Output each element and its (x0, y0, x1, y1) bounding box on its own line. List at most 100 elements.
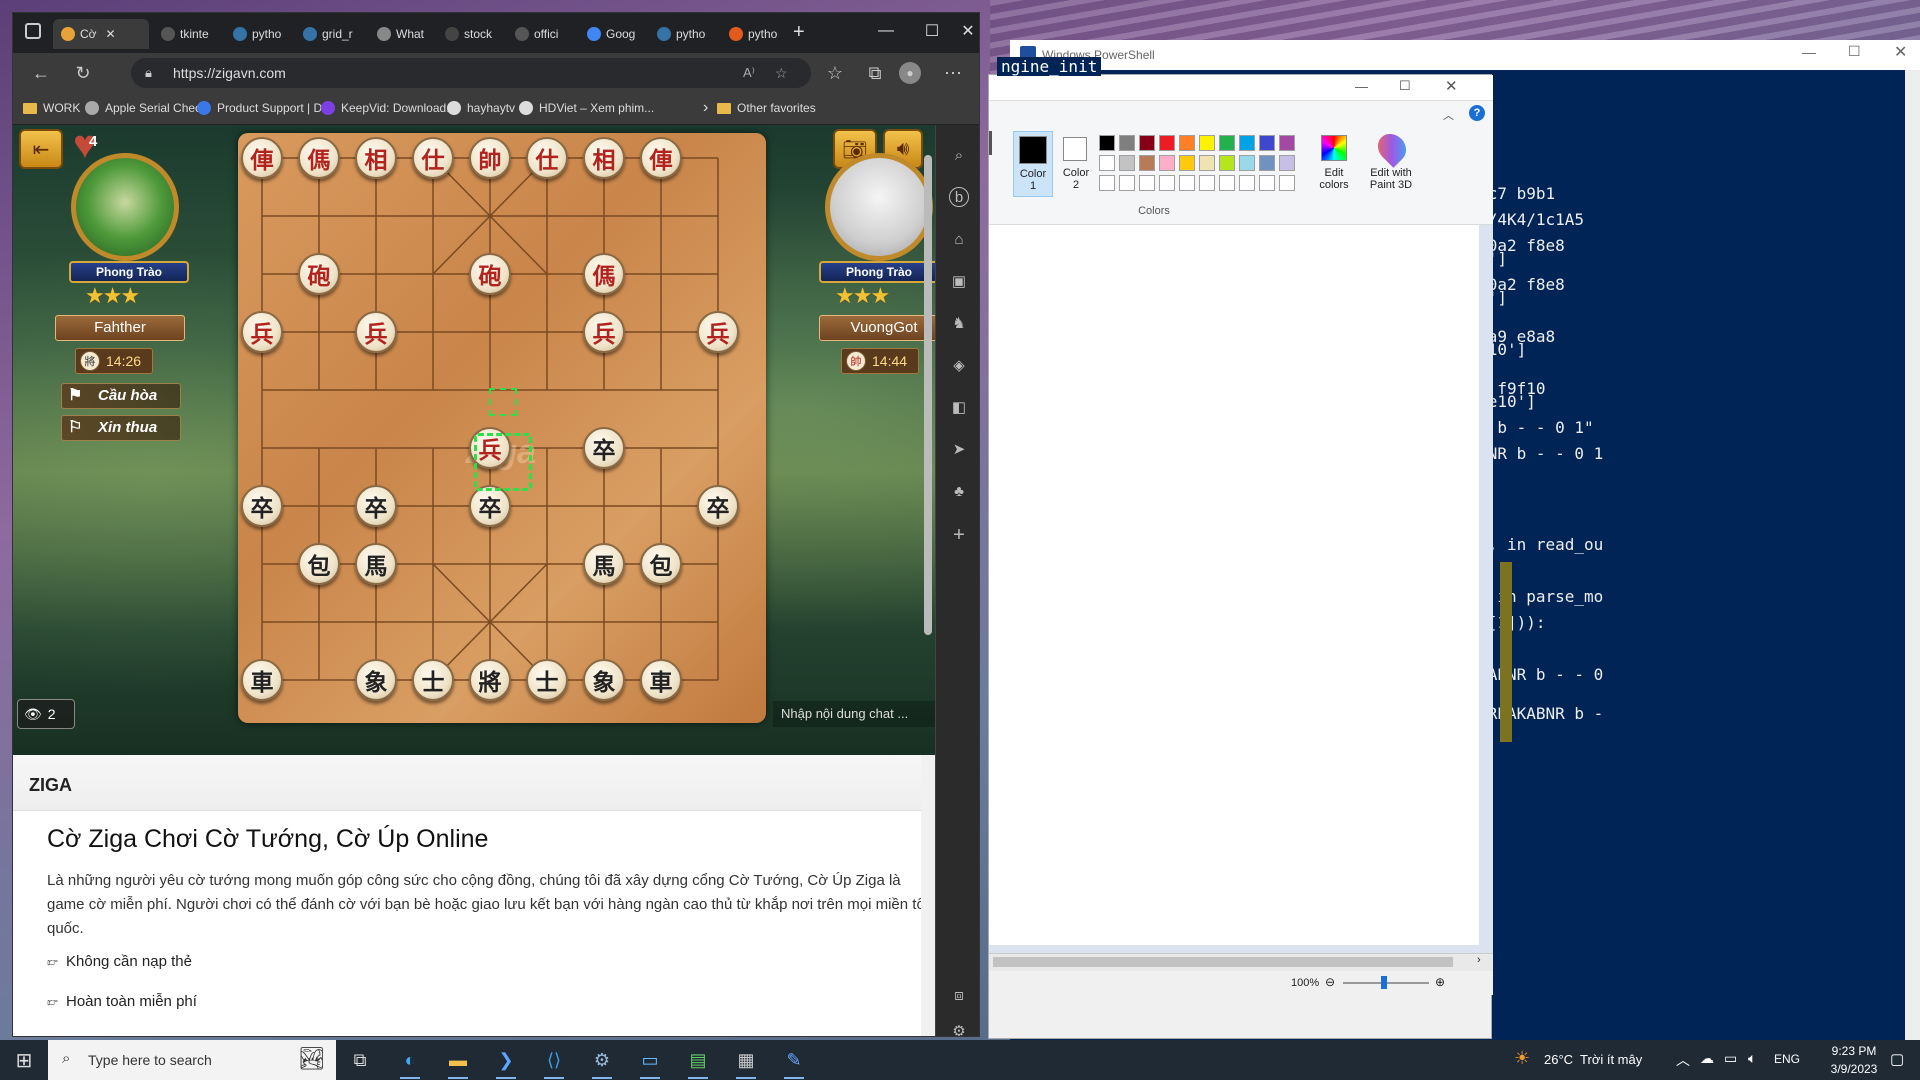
clock-time[interactable]: 9:23 PM (1822, 1044, 1886, 1058)
piece-black[interactable]: 馬 (583, 543, 625, 585)
onedrive-icon[interactable]: ☁ (1700, 1050, 1714, 1067)
piece-red[interactable]: 兵 (583, 311, 625, 353)
briefcase-icon[interactable]: ▣ (949, 271, 969, 291)
lock-icon[interactable]: 🔒︎ (145, 58, 152, 88)
piece-red[interactable]: 俥 (640, 137, 682, 179)
games-icon[interactable]: ◈ (949, 355, 969, 375)
powershell-taskbar-icon[interactable]: ❯ (490, 1044, 522, 1079)
piece-red[interactable]: 傌 (583, 253, 625, 295)
tab-3[interactable]: grid_r (295, 19, 365, 49)
favorite-2[interactable]: Product Support | D... (197, 101, 332, 115)
piece-black[interactable]: 士 (412, 659, 454, 701)
office-icon[interactable]: ◧ (949, 397, 969, 417)
resign-button[interactable]: ⚐ Xin thua (61, 415, 181, 441)
tree-icon[interactable]: ♣ (949, 481, 969, 501)
piece-red[interactable]: 帥 (469, 137, 511, 179)
favorite-4[interactable]: hayhaytv (447, 101, 515, 115)
edit-paint3d-button[interactable]: Edit with Paint 3D (1361, 128, 1421, 197)
task-view-icon[interactable]: ⧉ (344, 1044, 376, 1076)
tab-1[interactable]: tkinte (153, 19, 221, 49)
color-palette[interactable] (1099, 135, 1299, 199)
draw-offer-button[interactable]: ⚑ Cầu hòa (61, 383, 181, 409)
piece-black[interactable]: 馬 (355, 543, 397, 585)
favorites-icon[interactable]: ☆ (821, 59, 849, 87)
file-explorer-icon[interactable]: ▬ (442, 1044, 474, 1079)
help-icon[interactable]: ? (1469, 105, 1485, 121)
profile-avatar-icon[interactable]: ● (899, 62, 921, 84)
tab-7[interactable]: Goog (579, 19, 645, 49)
weather-text[interactable]: 26°C Trời ít mây (1544, 1052, 1642, 1067)
piece-red[interactable]: 兵 (241, 311, 283, 353)
tab-0[interactable]: Cờ ✕ (53, 19, 149, 49)
paint-hscrollbar[interactable]: › (989, 953, 1493, 971)
tag-icon[interactable]: ⌂ (949, 229, 969, 249)
refresh-icon[interactable]: ↻ (69, 59, 97, 87)
tab-9[interactable]: pytho (721, 19, 787, 49)
piece-black[interactable]: 卒 (583, 427, 625, 469)
palette-swatch[interactable] (1099, 135, 1115, 151)
scroll-thumb[interactable] (924, 155, 932, 635)
palette-swatch[interactable] (1219, 175, 1235, 191)
xiangqi-board[interactable]: Ziga 俥傌相仕帥仕相俥砲砲傌兵兵兵兵兵卒卒卒卒卒包馬馬包車象士將士象車 (238, 133, 766, 723)
piece-red[interactable]: 兵 (355, 311, 397, 353)
zoom-out-icon[interactable]: ⊖ (1325, 975, 1335, 989)
palette-swatch[interactable] (1159, 175, 1175, 191)
palette-swatch[interactable] (1199, 135, 1215, 151)
palette-swatch[interactable] (1119, 155, 1135, 171)
volume-icon[interactable]: 🔈︎ (1748, 1050, 1756, 1067)
zoom-thumb[interactable] (1381, 976, 1387, 989)
bing-chat-icon[interactable]: b (949, 187, 969, 207)
favorite-1[interactable]: Apple Serial Check (85, 101, 207, 115)
python-idle-icon[interactable]: ⚙ (586, 1044, 618, 1079)
edge-window[interactable]: Cờ ✕ tkinte pytho grid_r What stock offici Goog p… (12, 12, 980, 1037)
piece-red[interactable]: 仕 (412, 137, 454, 179)
palette-swatch[interactable] (1119, 175, 1135, 191)
palette-swatch[interactable] (1119, 135, 1135, 151)
favorite-0[interactable]: WORK (23, 101, 80, 115)
palette-swatch[interactable] (1199, 175, 1215, 191)
piece-black[interactable]: 卒 (355, 485, 397, 527)
piece-black[interactable]: 車 (241, 659, 283, 701)
tab-6[interactable]: offici (507, 19, 575, 49)
favorite-5[interactable]: HDViet – Xem phim... (519, 101, 654, 115)
piece-red[interactable]: 相 (583, 137, 625, 179)
clock-date[interactable]: 3/9/2023 (1822, 1062, 1886, 1076)
palette-swatch[interactable] (1279, 155, 1295, 171)
tab-2[interactable]: pytho (225, 19, 291, 49)
palette-swatch[interactable] (1139, 135, 1155, 151)
tab-actions-icon[interactable] (25, 23, 41, 39)
collections-icon[interactable]: ⧉ (861, 59, 889, 87)
viewers-badge[interactable]: 👁︎ 2 (17, 699, 75, 729)
powershell-scrollbar[interactable] (1905, 70, 1920, 1040)
palette-swatch[interactable] (1139, 155, 1155, 171)
maximize-icon[interactable]: ☐ (909, 13, 955, 49)
paint-taskbar-icon[interactable]: ▦ (730, 1044, 762, 1079)
chevron-right-icon[interactable]: › (703, 99, 708, 117)
palette-swatch[interactable] (1239, 135, 1255, 151)
color2-button[interactable]: Color 2 (1057, 131, 1097, 197)
paint-titlebar[interactable]: ngine_init — ☐ ✕ (989, 57, 1493, 101)
exit-button[interactable]: ⇤ (19, 129, 63, 169)
new-tab-icon[interactable]: + (793, 21, 805, 44)
piece-red[interactable]: 仕 (526, 137, 568, 179)
palette-swatch[interactable] (1259, 155, 1275, 171)
minimize-icon[interactable]: — (863, 13, 909, 49)
piece-red[interactable]: 俥 (241, 137, 283, 179)
palette-swatch[interactable] (1099, 155, 1115, 171)
piece-black[interactable]: 象 (355, 659, 397, 701)
palette-swatch[interactable] (1279, 175, 1295, 191)
piece-red[interactable]: 砲 (469, 253, 511, 295)
palette-swatch[interactable] (1159, 155, 1175, 171)
network-icon[interactable]: ▭ (1724, 1050, 1737, 1067)
piece-red[interactable]: 兵 (697, 311, 739, 353)
paint-window[interactable]: ngine_init — ☐ ✕ ︿ ? Color 1 Color 2 Edi… (988, 57, 1493, 1039)
palette-swatch[interactable] (1219, 135, 1235, 151)
taskbar-search[interactable]: ⌕ Type here to search 🏞︎ (48, 1040, 336, 1080)
remote-desktop-icon[interactable]: ▭ (634, 1044, 666, 1079)
piece-black[interactable]: 將 (469, 659, 511, 701)
palette-swatch[interactable] (1099, 175, 1115, 191)
start-windows-icon[interactable]: ⊞ (8, 1044, 40, 1076)
player-left-avatar[interactable] (71, 153, 179, 261)
player-right-avatar[interactable] (825, 153, 933, 261)
split-screen-icon[interactable]: ⧈ (949, 985, 969, 1005)
